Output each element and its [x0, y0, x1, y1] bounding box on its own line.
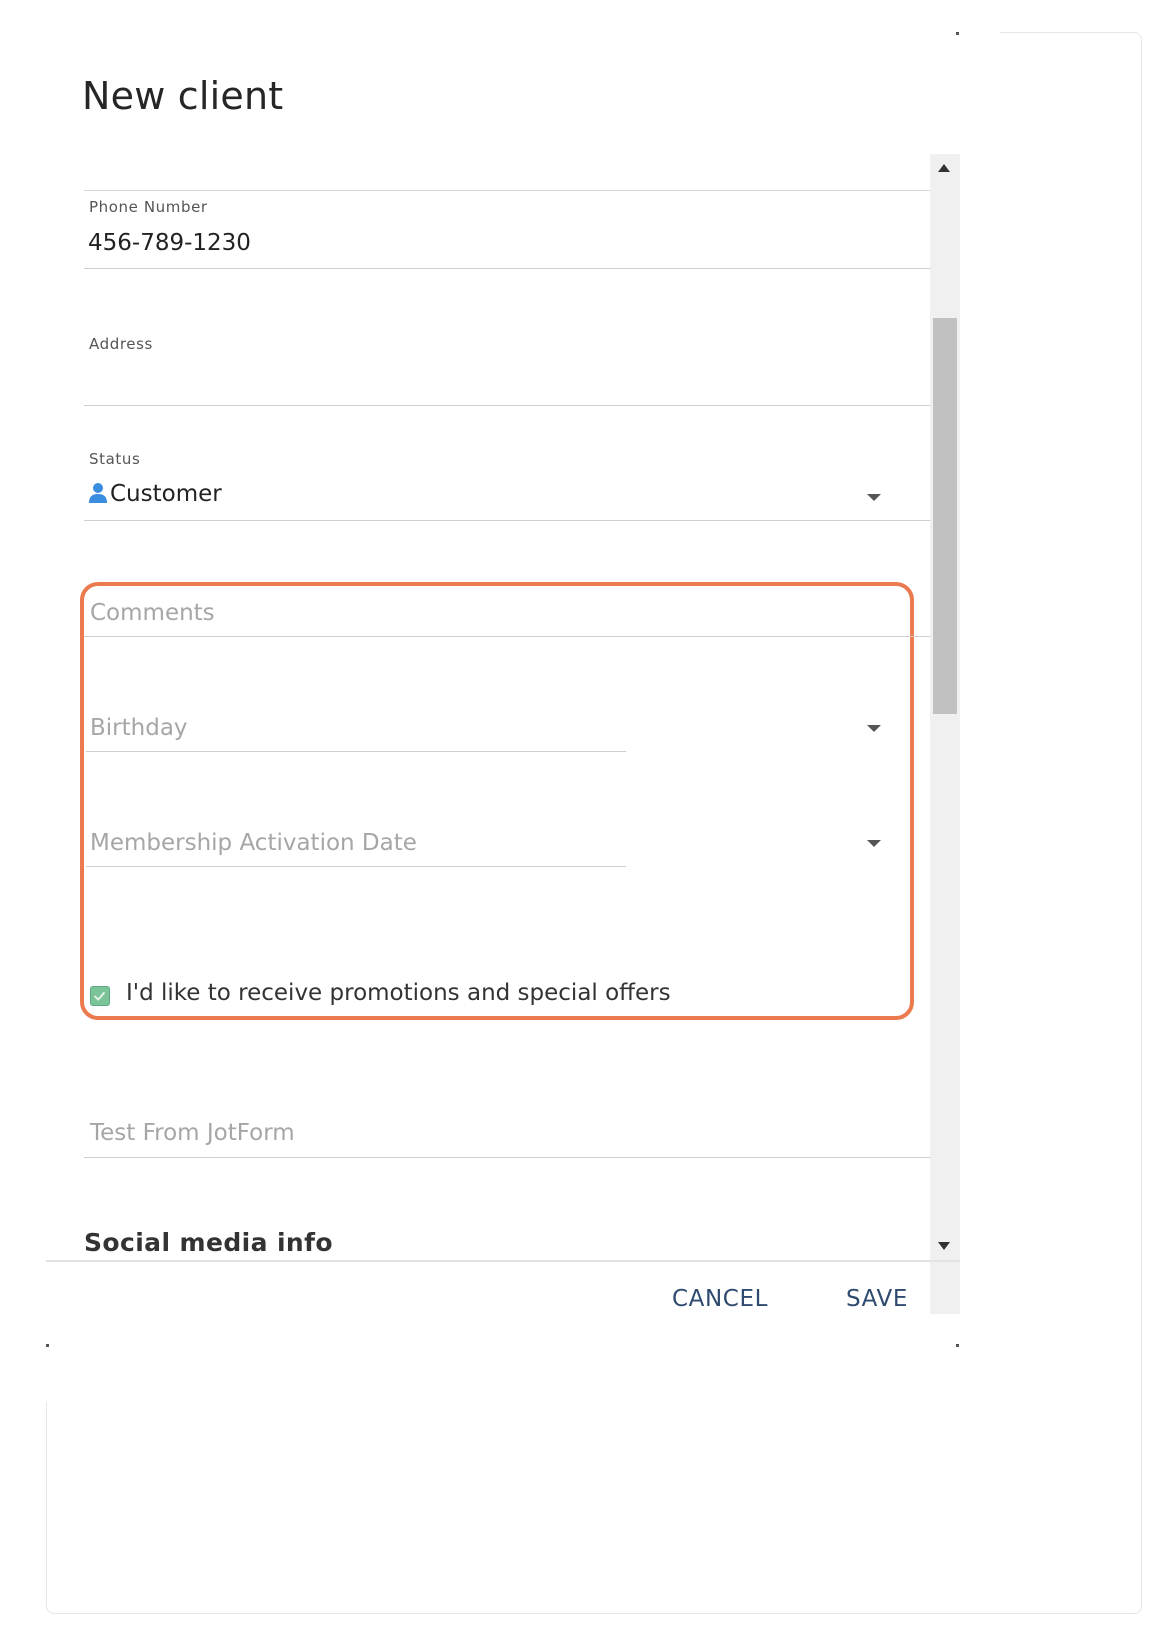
- divider: [84, 190, 930, 191]
- promotions-checkbox-label[interactable]: I'd like to receive promotions and speci…: [126, 980, 671, 1006]
- highlight-box: [80, 582, 914, 1020]
- membership-activation-date-underline: [86, 866, 626, 867]
- footer-divider: [46, 1260, 960, 1262]
- status-label: Status: [89, 450, 141, 468]
- promotions-checkbox[interactable]: [90, 986, 110, 1006]
- membership-activation-date-input[interactable]: Membership Activation Date: [90, 830, 417, 856]
- checkmark-icon: [93, 991, 106, 1001]
- cancel-button[interactable]: CANCEL: [672, 1286, 768, 1312]
- status-select[interactable]: Customer: [84, 480, 930, 520]
- new-client-dialog: New client Phone Number 456-789-1230 Add…: [46, 32, 1000, 1402]
- comments-input[interactable]: Comments: [90, 600, 215, 626]
- phone-number-input[interactable]: 456-789-1230: [88, 230, 251, 256]
- form-scroll-area[interactable]: Phone Number 456-789-1230 Address Status…: [46, 154, 1000, 1314]
- membership-chevron-down-icon[interactable]: [867, 840, 881, 847]
- social-media-heading: Social media info: [84, 1228, 333, 1257]
- address-underline: [84, 405, 930, 406]
- test-from-jotform-input[interactable]: Test From JotForm: [90, 1120, 295, 1146]
- phone-number-underline: [84, 268, 930, 269]
- person-icon: [89, 483, 107, 503]
- birthday-input[interactable]: Birthday: [90, 715, 188, 741]
- scroll-up-arrow-icon[interactable]: [938, 164, 950, 172]
- birthday-underline: [86, 751, 626, 752]
- status-value: Customer: [110, 481, 222, 507]
- scrollbar-thumb[interactable]: [933, 318, 957, 714]
- dialog-corner-mark: [46, 1344, 49, 1347]
- dialog-corner-mark: [956, 32, 959, 35]
- test-from-jotform-underline: [84, 1157, 930, 1158]
- chevron-down-icon[interactable]: [867, 494, 881, 501]
- birthday-chevron-down-icon[interactable]: [867, 725, 881, 732]
- address-label: Address: [89, 335, 153, 353]
- dialog-corner-mark: [956, 1344, 959, 1347]
- status-underline: [84, 520, 930, 521]
- dialog-title: New client: [82, 74, 284, 118]
- comments-underline: [84, 636, 930, 637]
- scroll-down-arrow-icon[interactable]: [938, 1242, 950, 1250]
- phone-number-label: Phone Number: [89, 198, 208, 216]
- scrollbar[interactable]: [930, 154, 960, 1314]
- save-button[interactable]: SAVE: [846, 1286, 908, 1312]
